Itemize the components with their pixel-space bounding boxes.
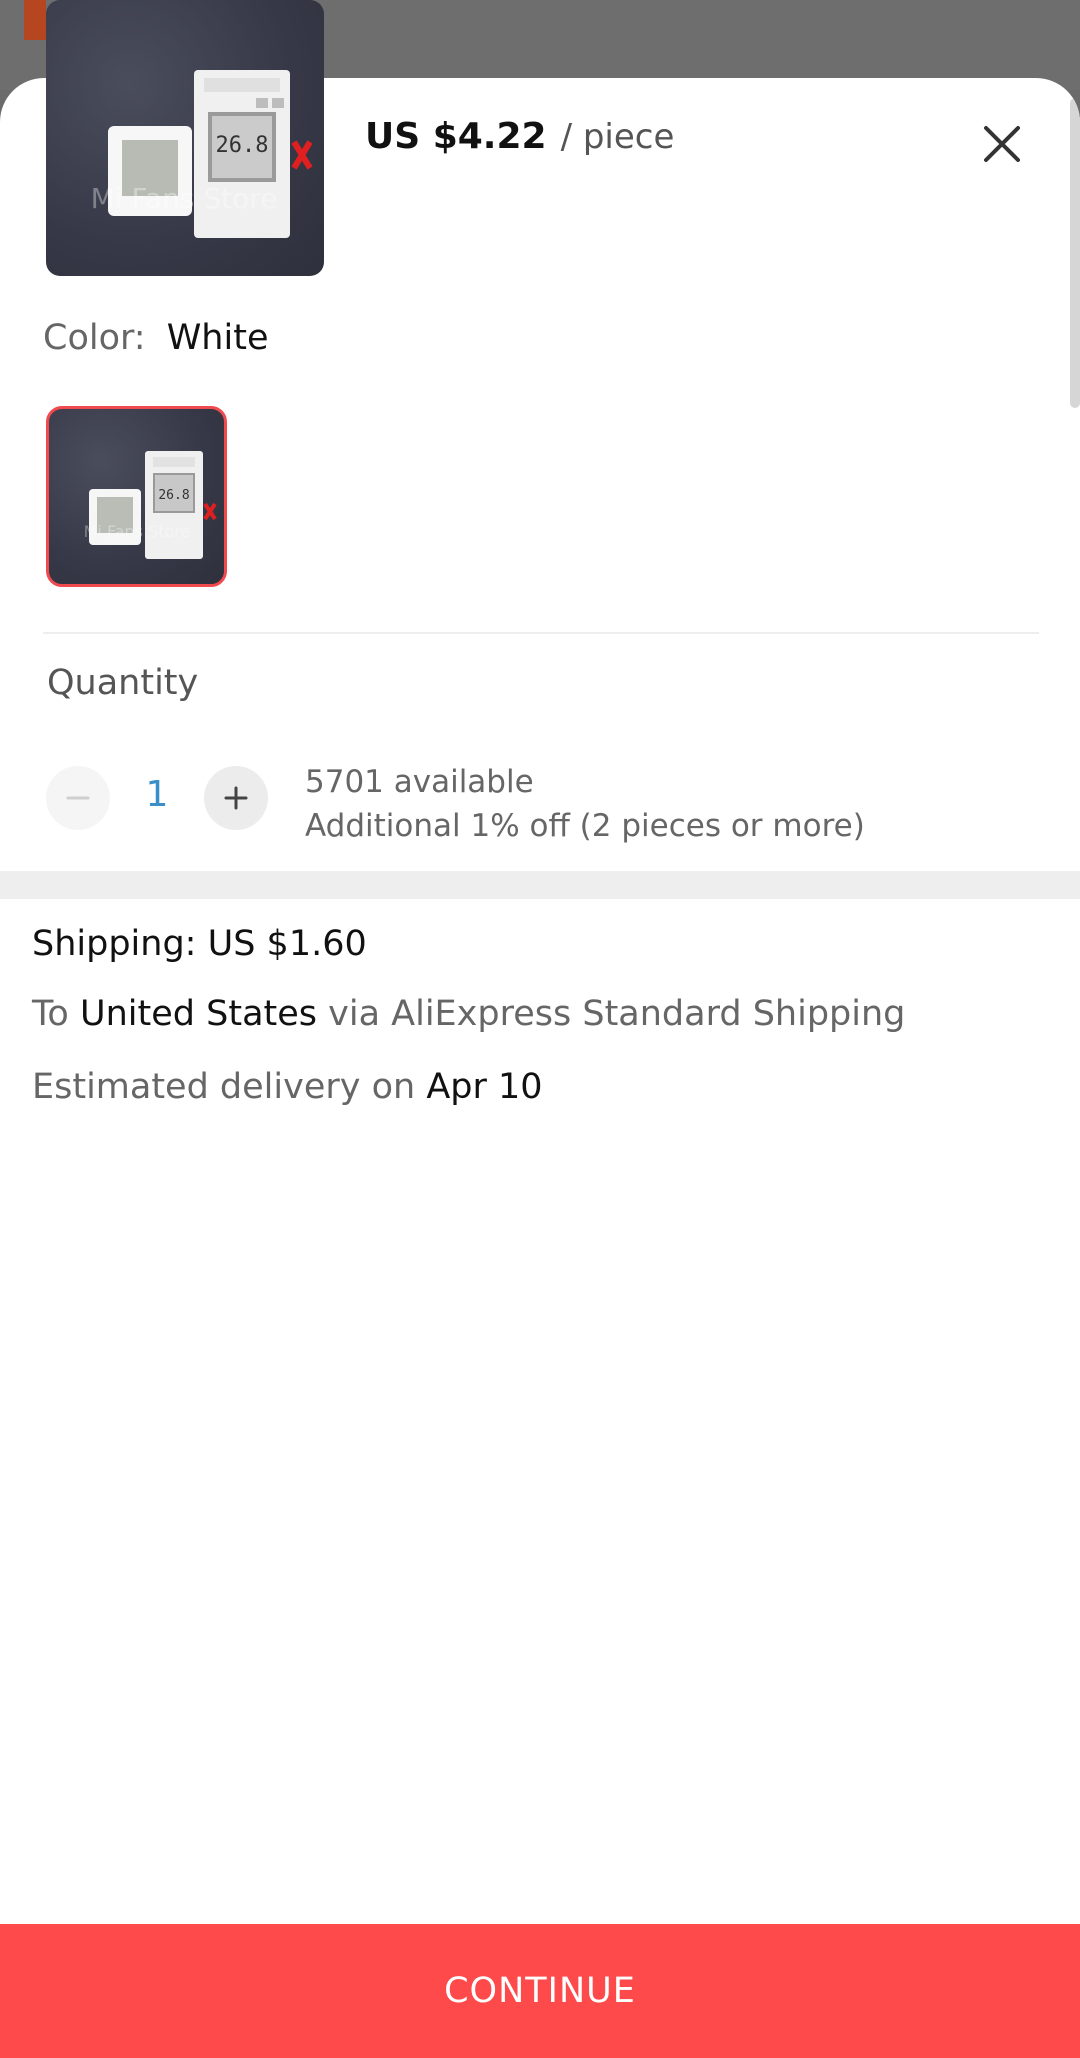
swatch-watermark: Mi Fans Store	[84, 522, 191, 541]
bulk-discount: Additional 1% off (2 pieces or more)	[305, 808, 865, 844]
color-swatch-white[interactable]: 26.8 Mi Fans Store	[46, 406, 227, 587]
destination-prefix: To	[32, 994, 69, 1034]
watermark: Mi Fans Store	[91, 182, 278, 215]
plus-icon	[224, 786, 248, 810]
shipping-method: via AliExpress Standard Shipping	[328, 994, 906, 1034]
device-reading: 26.8	[216, 133, 269, 158]
estimated-delivery: Estimated delivery on Apr 10	[32, 1067, 543, 1107]
swatch-device-reading: 26.8	[158, 488, 189, 503]
delivery-date: Apr 10	[426, 1067, 543, 1107]
stock-available: 5701 available	[305, 764, 534, 800]
quantity-decrease-button[interactable]	[46, 766, 110, 830]
delivery-prefix: Estimated delivery on	[32, 1067, 416, 1107]
quantity-value[interactable]: 1	[130, 774, 184, 815]
scrollbar[interactable]	[1070, 98, 1080, 408]
availability-info: 5701 available Additional 1% off (2 piec…	[305, 760, 865, 848]
section-separator	[0, 871, 1080, 899]
destination-country: United States	[80, 994, 318, 1034]
price: US $4.22	[365, 116, 547, 157]
close-button[interactable]	[970, 112, 1034, 176]
selected-color: White	[166, 318, 269, 358]
price-unit: / piece	[560, 117, 675, 157]
color-row: Color: White	[43, 318, 268, 358]
quantity-increase-button[interactable]	[204, 766, 268, 830]
close-icon	[984, 126, 1020, 162]
quantity-title: Quantity	[47, 663, 199, 703]
shipping-destination[interactable]: To United States via AliExpress Standard…	[32, 994, 905, 1034]
minus-icon	[66, 796, 90, 800]
product-thumbnail[interactable]: 26.8 Mi Fans Store	[46, 0, 324, 276]
color-label: Color:	[43, 318, 146, 358]
continue-button[interactable]: CONTINUE	[0, 1924, 1080, 2058]
product-image: 26.8 Mi Fans Store	[91, 70, 313, 238]
swatch-product-image: 26.8 Mi Fans Store	[84, 451, 217, 559]
background-page-fragment	[24, 0, 46, 40]
shipping-cost: Shipping: US $1.60	[32, 924, 367, 964]
sku-bottom-sheet: US $4.22 / piece Color: White 26.8 Mi Fa…	[0, 78, 1080, 2058]
price-row: US $4.22 / piece	[365, 116, 674, 176]
divider	[43, 632, 1039, 634]
